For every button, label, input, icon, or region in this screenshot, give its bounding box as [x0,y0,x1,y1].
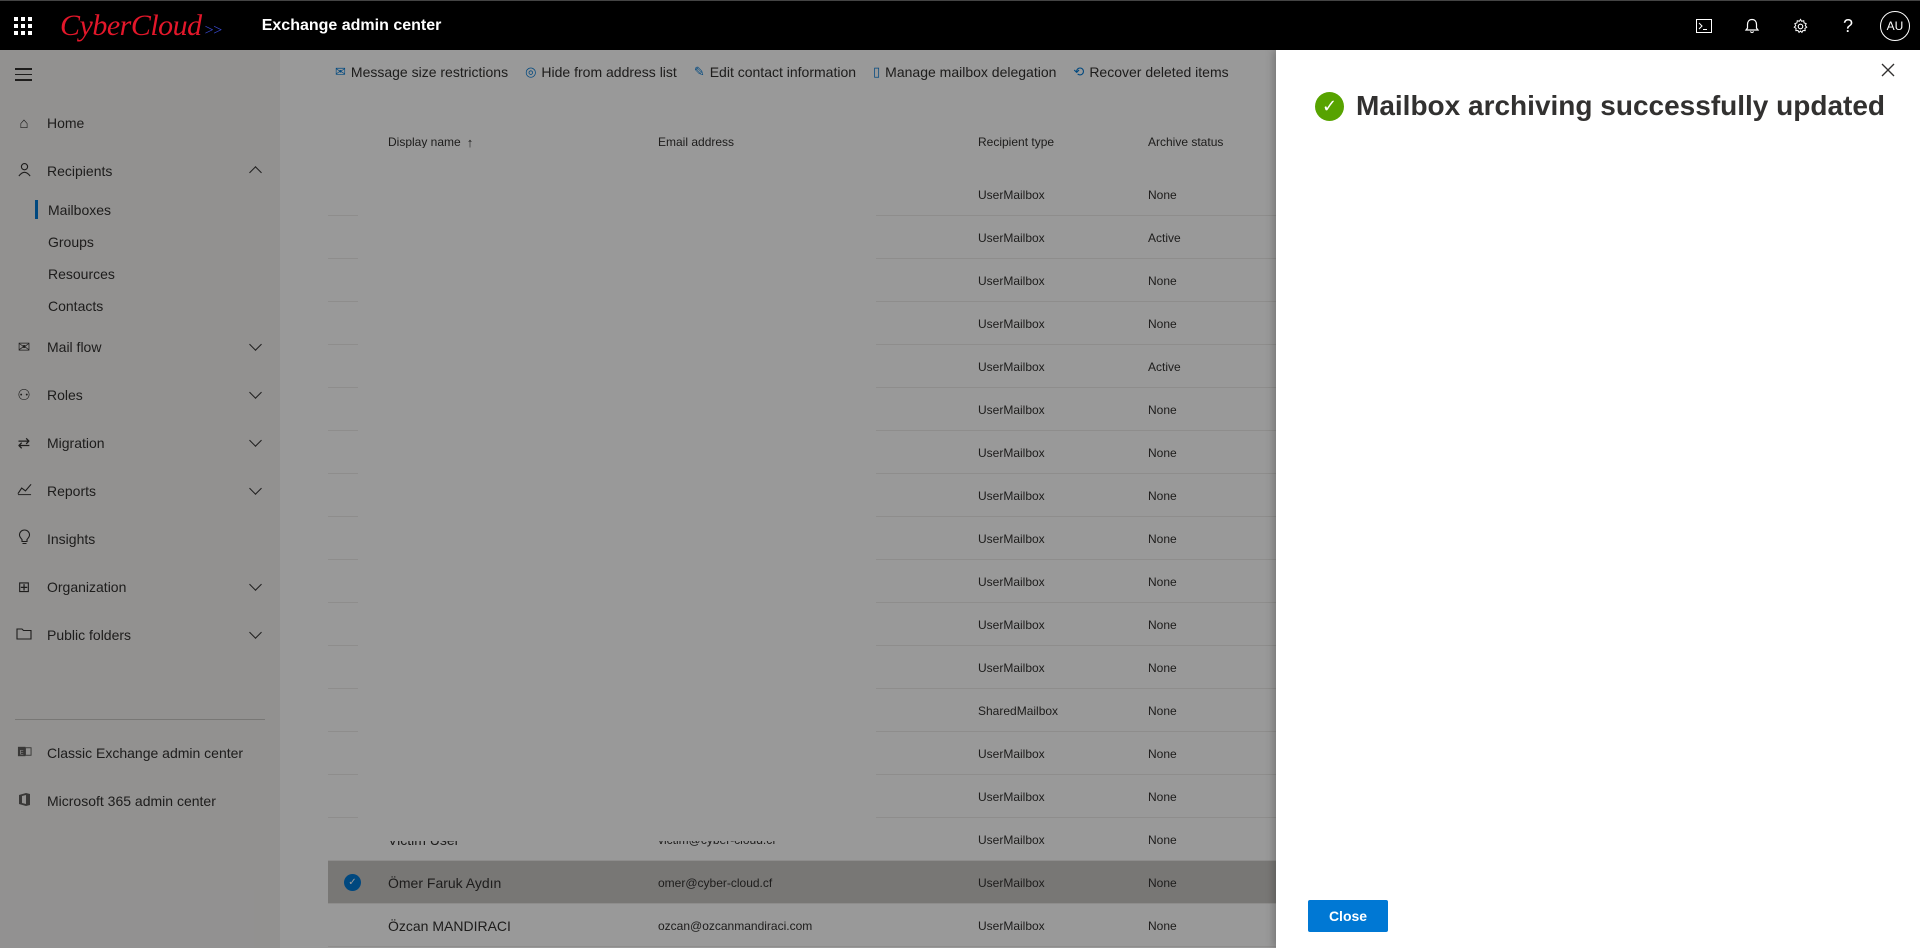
success-flyout-panel: ✓ Mailbox archiving successfully updated… [1276,50,1920,948]
top-bar: CyberCloud >> Exchange admin center ? AU [0,0,1920,50]
close-icon[interactable] [1876,58,1900,82]
help-icon[interactable]: ? [1824,1,1872,51]
close-button[interactable]: Close [1308,900,1388,932]
success-checkmark-icon: ✓ [1315,91,1344,121]
brand-logo[interactable]: CyberCloud >> [60,9,222,43]
user-avatar[interactable]: AU [1880,11,1910,41]
modal-overlay[interactable] [0,50,1276,948]
app-title[interactable]: Exchange admin center [262,17,442,35]
notifications-bell-icon[interactable] [1728,1,1776,51]
app-launcher-icon[interactable] [0,1,46,51]
cloud-shell-icon[interactable] [1680,1,1728,51]
settings-gear-icon[interactable] [1776,1,1824,51]
flyout-title: ✓ Mailbox archiving successfully updated [1315,90,1885,122]
